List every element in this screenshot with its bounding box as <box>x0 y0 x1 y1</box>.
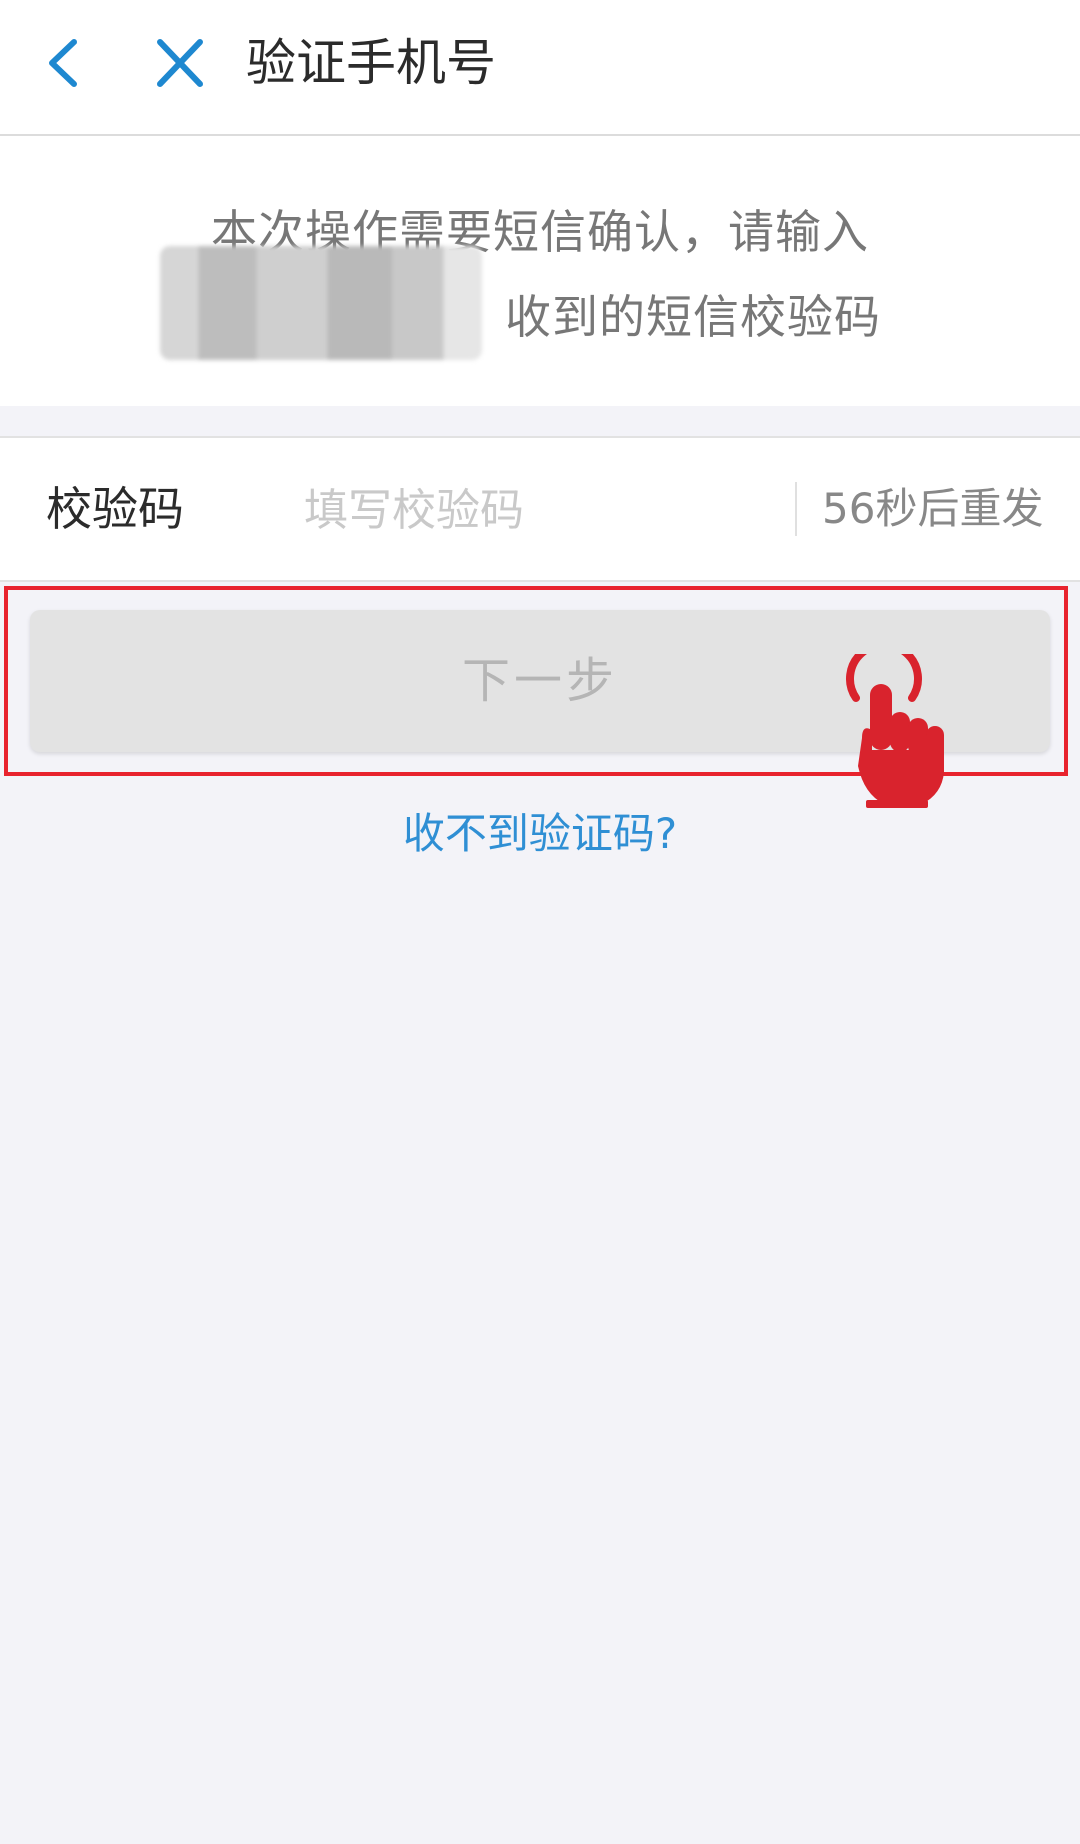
tap-hand-icon <box>846 654 944 808</box>
chevron-left-icon <box>49 39 77 87</box>
back-button[interactable] <box>36 28 96 98</box>
resend-countdown[interactable]: 56秒后重发 <box>822 438 1043 580</box>
cannot-receive-code-link[interactable]: 收不到验证码? <box>0 800 1080 861</box>
verification-code-input[interactable] <box>302 468 766 552</box>
notice-text-line2: 收到的短信校验码 <box>505 290 881 344</box>
verification-code-row: 校验码 56秒后重发 <box>0 436 1080 582</box>
top-bar: 验证手机号 <box>0 0 1080 136</box>
sms-notice: 本次操作需要短信确认，请输入 收到的短信校验码 <box>0 136 1080 406</box>
page-title: 验证手机号 <box>246 34 496 92</box>
close-icon <box>157 39 203 87</box>
masked-phone-number <box>160 246 482 360</box>
close-button[interactable] <box>148 30 212 96</box>
code-label: 校验码 <box>46 482 184 536</box>
field-divider <box>795 482 797 536</box>
